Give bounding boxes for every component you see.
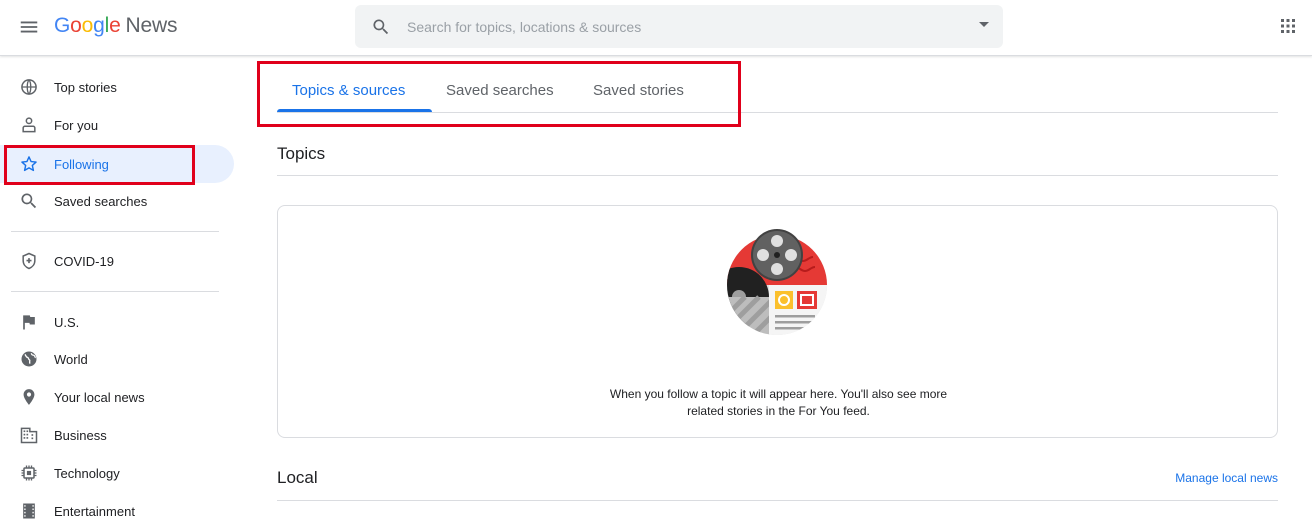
active-tab-indicator: [277, 109, 432, 112]
topics-empty-message: When you follow a topic it will appear h…: [609, 387, 948, 418]
search-icon[interactable]: [371, 17, 391, 37]
sidebar-item-saved-searches[interactable]: Saved searches: [0, 182, 234, 220]
sidebar-item-business[interactable]: Business: [0, 416, 234, 454]
sidebar-item-your-local-news[interactable]: Your local news: [0, 378, 234, 416]
top-app-bar: Google News: [0, 0, 1312, 56]
flag-icon: [23, 315, 35, 330]
local-divider: [277, 500, 1278, 501]
hamburger-menu-icon[interactable]: [18, 16, 40, 38]
sidebar-item-us[interactable]: U.S.: [0, 303, 234, 341]
building-icon: [20, 427, 38, 444]
person-icon: [22, 117, 36, 133]
globe-icon: [21, 79, 37, 95]
shield-plus-icon: [22, 252, 36, 270]
topics-empty-illustration: [727, 229, 827, 335]
location-pin-icon: [23, 389, 35, 405]
sidebar-item-following[interactable]: Following: [0, 145, 234, 183]
apps-grid-icon[interactable]: [1280, 18, 1296, 34]
sidebar-item-world[interactable]: World: [0, 340, 234, 378]
chip-icon: [21, 465, 37, 481]
sidebar-item-entertainment[interactable]: Entertainment: [0, 492, 234, 530]
sidebar-item-for-you[interactable]: For you: [0, 106, 234, 144]
topics-divider: [277, 175, 1278, 176]
search-icon: [21, 193, 37, 209]
topics-heading: Topics: [277, 144, 326, 163]
tab-saved-stories[interactable]: Saved stories: [593, 82, 684, 113]
sidebar-item-top-stories[interactable]: Top stories: [0, 68, 234, 106]
sidebar-divider: [11, 231, 219, 232]
search-bar[interactable]: [355, 5, 1003, 48]
search-dropdown-caret-icon[interactable]: [979, 22, 989, 27]
film-icon: [23, 503, 35, 519]
tab-saved-searches[interactable]: Saved searches: [446, 82, 554, 113]
world-icon: [21, 351, 37, 367]
star-icon: [21, 156, 37, 172]
sidebar-divider: [11, 291, 219, 292]
local-heading: Local: [277, 468, 318, 487]
google-news-logo[interactable]: Google News: [54, 14, 177, 38]
manage-local-news-link[interactable]: Manage local news: [1175, 471, 1278, 485]
following-tabs: Topics & sources Saved searches Saved st…: [277, 72, 1278, 113]
topics-empty-state-card: When you follow a topic it will appear h…: [277, 205, 1278, 438]
search-input[interactable]: [407, 5, 967, 48]
sidebar-item-technology[interactable]: Technology: [0, 454, 234, 492]
left-nav: Top stories For you Following Saved sear…: [0, 56, 240, 531]
sidebar-item-covid-19[interactable]: COVID-19: [0, 242, 234, 280]
